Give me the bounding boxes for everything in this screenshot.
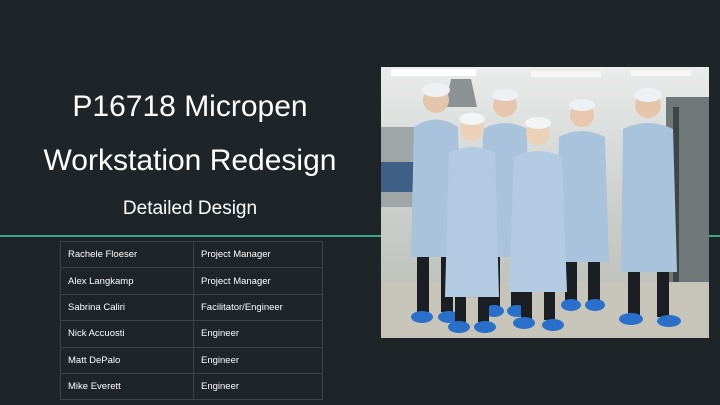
member-role: Engineer xyxy=(193,320,323,348)
member-role: Project Manager xyxy=(193,267,323,295)
member-role: Project Manager xyxy=(193,240,323,269)
slide-title: P16718 Micropen Workstation Redesign xyxy=(0,80,380,188)
table-row: Mike Everett Engineer xyxy=(60,372,323,401)
member-role: Engineer xyxy=(193,372,323,401)
table-row: Rachele Floeser Project Manager xyxy=(60,240,323,269)
cleanroom-illustration xyxy=(381,67,709,338)
slide: P16718 Micropen Workstation Redesign Det… xyxy=(0,0,720,405)
member-name: Rachele Floeser xyxy=(60,240,194,269)
title-line-2: Workstation Redesign xyxy=(43,144,337,177)
ceiling-light xyxy=(631,70,691,76)
table-row: Sabrina Caliri Facilitator/Engineer xyxy=(60,293,323,322)
member-name: Sabrina Caliri xyxy=(60,293,194,322)
accent-divider-left xyxy=(0,235,381,237)
accent-divider-right xyxy=(709,235,720,237)
ceiling-light xyxy=(531,71,601,77)
ceiling-light xyxy=(391,69,476,76)
slide-subtitle: Detailed Design xyxy=(122,198,258,219)
title-line-1: P16718 Micropen xyxy=(72,90,308,123)
team-photo xyxy=(381,67,709,338)
member-name: Mike Everett xyxy=(60,372,194,401)
member-name: Alex Langkamp xyxy=(60,267,194,295)
member-name: Nick Accuosti xyxy=(60,320,194,348)
team-table: Rachele Floeser Project Manager Alex Lan… xyxy=(60,240,323,401)
member-name: Matt DePalo xyxy=(60,346,194,374)
member-role: Engineer xyxy=(193,346,323,374)
table-row: Nick Accuosti Engineer xyxy=(60,320,323,348)
table-row: Alex Langkamp Project Manager xyxy=(60,267,323,295)
member-role: Facilitator/Engineer xyxy=(193,293,323,322)
table-row: Matt DePalo Engineer xyxy=(60,346,323,374)
